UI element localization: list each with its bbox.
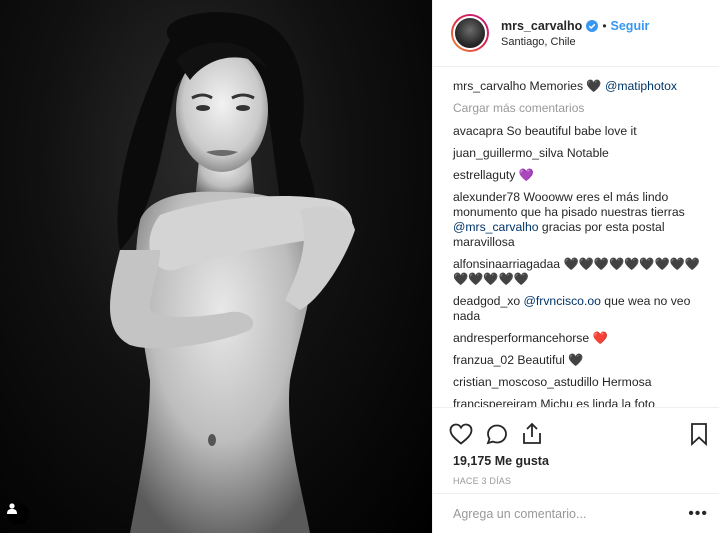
- comment-text: Hermosa: [602, 375, 652, 389]
- comment-text: Notable: [566, 146, 609, 160]
- comment-text: So beautiful babe love it: [506, 124, 637, 138]
- comment-item: deadgod_xo @frvncisco.oo que wea no veo …: [453, 294, 707, 324]
- comment-username[interactable]: avacapra: [453, 124, 503, 138]
- comment-text: 💜: [518, 168, 534, 182]
- comment-item: alexunder78 Woooww eres el más lindo mon…: [453, 190, 707, 250]
- load-more-comments-button[interactable]: Cargar más comentarios: [453, 101, 707, 115]
- comment-item: francispereiram Michu es linda la foto: [453, 397, 707, 407]
- likes-number: 19,175: [453, 454, 492, 468]
- caption-username[interactable]: mrs_carvalho: [453, 79, 526, 93]
- avatar[interactable]: [451, 14, 489, 52]
- comment-mention[interactable]: @frvncisco.oo: [524, 294, 601, 308]
- comment-username[interactable]: deadgod_xo: [453, 294, 520, 308]
- person-icon: [7, 503, 17, 514]
- caption: mrs_carvalho Memories 🖤 @matiphotox: [453, 79, 707, 94]
- save-button[interactable]: [672, 416, 708, 452]
- comment-item: avacapra So beautiful babe love it: [453, 124, 707, 139]
- heart-outline-icon: [449, 423, 473, 445]
- comment-username[interactable]: francispereiram: [453, 397, 537, 407]
- post-timestamp[interactable]: HACE 3 DÍAS: [449, 476, 708, 486]
- bookmark-icon: [691, 423, 707, 446]
- likes-label: Me gusta: [494, 454, 549, 468]
- comment-text: Beautiful 🖤: [517, 353, 584, 367]
- comments-list[interactable]: mrs_carvalho Memories 🖤 @matiphotox Carg…: [433, 67, 719, 407]
- comment-username[interactable]: alfonsinaarriagadaa: [453, 257, 560, 271]
- share-button[interactable]: [521, 416, 557, 452]
- comment-item: juan_guillermo_silva Notable: [453, 146, 707, 161]
- location-link[interactable]: Santiago, Chile: [501, 36, 649, 48]
- post-photo[interactable]: [0, 0, 432, 533]
- more-options-button[interactable]: •••: [688, 505, 708, 523]
- post-header: mrs_carvalho • Seguir Santiago, Chile: [433, 0, 719, 67]
- comment-input[interactable]: [453, 506, 689, 521]
- comment-button[interactable]: [485, 416, 521, 452]
- portrait-image: [110, 12, 355, 533]
- comment-item: andresperformancehorse ❤️: [453, 331, 707, 346]
- verified-badge-icon: [586, 19, 599, 32]
- share-icon: [523, 422, 541, 444]
- comment-username[interactable]: alexunder78: [453, 190, 520, 204]
- add-comment-bar: •••: [433, 493, 719, 533]
- action-bar: 19,175 Me gusta HACE 3 DÍAS: [433, 407, 719, 486]
- post-side-panel: mrs_carvalho • Seguir Santiago, Chile mr…: [432, 0, 719, 533]
- comment-bubble-icon: [486, 424, 507, 445]
- comment-item: estrellaguty 💜: [453, 168, 707, 183]
- comment-username[interactable]: andresperformancehorse: [453, 331, 589, 345]
- like-button[interactable]: [449, 416, 485, 452]
- comment-text: ❤️: [592, 331, 608, 345]
- comment-username[interactable]: juan_guillermo_silva: [453, 146, 563, 160]
- header-username[interactable]: mrs_carvalho: [501, 19, 582, 33]
- separator-dot: •: [602, 18, 607, 33]
- likes-count[interactable]: 19,175 Me gusta: [449, 454, 708, 468]
- caption-text: Memories 🖤: [529, 79, 602, 93]
- comment-item: cristian_moscoso_astudillo Hermosa: [453, 375, 707, 390]
- comment-item: alfonsinaarriagadaa 🖤🖤🖤🖤🖤🖤🖤🖤🖤🖤🖤🖤🖤🖤: [453, 257, 707, 287]
- follow-button[interactable]: Seguir: [611, 19, 650, 33]
- comment-mention[interactable]: @mrs_carvalho: [453, 220, 539, 234]
- comment-username[interactable]: estrellaguty: [453, 168, 515, 182]
- comment-text: Michu es linda la foto: [540, 397, 655, 407]
- comment-item: franzua_02 Beautiful 🖤: [453, 353, 707, 368]
- comment-username[interactable]: cristian_moscoso_astudillo: [453, 375, 599, 389]
- caption-mention[interactable]: @matiphotox: [605, 79, 677, 93]
- user-tag-button[interactable]: [7, 503, 29, 525]
- comment-username[interactable]: franzua_02: [453, 353, 514, 367]
